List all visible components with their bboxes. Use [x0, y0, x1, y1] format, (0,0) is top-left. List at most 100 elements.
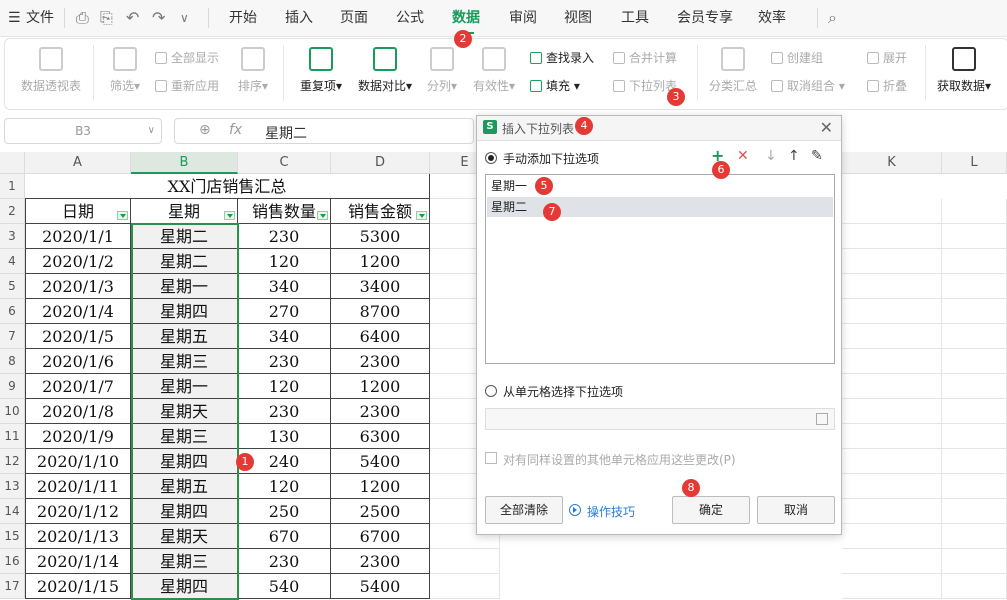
table-cell[interactable]: 星期三	[131, 424, 238, 449]
table-cell[interactable]	[842, 399, 942, 424]
header-cell[interactable]: 日期	[25, 199, 131, 224]
cell-range-input[interactable]	[485, 408, 835, 430]
get-data-button[interactable]: 获取数据▾	[933, 47, 995, 94]
show-all-button[interactable]: 全部显示	[155, 49, 219, 67]
table-cell[interactable]: 6300	[331, 424, 430, 449]
table-cell[interactable]: 1200	[331, 249, 430, 274]
ungroup-button[interactable]: 取消组合 ▾	[771, 77, 845, 95]
tab-view[interactable]: 视图	[564, 8, 592, 28]
table-cell[interactable]: 星期五	[131, 324, 238, 349]
dropdown-items-list[interactable]: 星期一 星期二	[485, 174, 835, 364]
table-cell[interactable]: 星期四	[131, 574, 238, 599]
table-cell[interactable]	[942, 199, 1007, 224]
table-cell[interactable]: 130	[238, 424, 331, 449]
delete-item-icon[interactable]: ✕	[737, 148, 749, 164]
table-cell[interactable]	[942, 424, 1007, 449]
table-cell[interactable]: 230	[238, 349, 331, 374]
table-cell[interactable]: 5400	[331, 449, 430, 474]
print-preview-icon[interactable]: ⎙	[76, 8, 89, 28]
tab-efficiency[interactable]: 效率	[758, 8, 786, 28]
table-cell[interactable]: 2020/1/2	[25, 249, 131, 274]
table-cell[interactable]	[942, 349, 1007, 374]
header-cell[interactable]: 星期	[131, 199, 238, 224]
chevron-down-icon[interactable]: ∨	[180, 8, 189, 28]
table-cell[interactable]	[430, 574, 500, 599]
table-cell[interactable]: 星期三	[131, 549, 238, 574]
table-cell[interactable]: 2020/1/1	[25, 224, 131, 249]
sheet-title-cell[interactable]: XX门店销售汇总	[25, 174, 430, 199]
play-icon[interactable]	[569, 504, 581, 516]
table-cell[interactable]: 120	[238, 474, 331, 499]
table-cell[interactable]: 星期天	[131, 399, 238, 424]
table-cell[interactable]	[942, 549, 1007, 574]
row-header[interactable]: 10	[0, 399, 25, 424]
subtotal-button[interactable]: 分类汇总	[705, 47, 761, 94]
zoom-icon[interactable]: ⊕	[199, 122, 211, 138]
list-item[interactable]: 星期二	[487, 197, 833, 217]
row-header[interactable]: 4	[0, 249, 25, 274]
hamburger-icon[interactable]: ☰	[8, 8, 21, 28]
table-cell[interactable]: 2020/1/8	[25, 399, 131, 424]
formula-input[interactable]: ⊕ fx 星期二	[174, 118, 474, 144]
table-cell[interactable]: 星期四	[131, 299, 238, 324]
table-cell[interactable]: 星期三	[131, 349, 238, 374]
close-icon[interactable]: ✕	[820, 118, 833, 137]
row-header[interactable]: 14	[0, 499, 25, 524]
file-menu[interactable]: 文件	[26, 8, 54, 28]
table-cell[interactable]	[842, 249, 942, 274]
row-header[interactable]: 17	[0, 574, 25, 599]
table-cell[interactable]	[942, 399, 1007, 424]
row-header[interactable]: 5	[0, 274, 25, 299]
create-group-button[interactable]: 创建组	[771, 49, 823, 67]
filter-dropdown-icon[interactable]	[317, 211, 328, 220]
row-header[interactable]: 12	[0, 449, 25, 474]
table-cell[interactable]: 2300	[331, 549, 430, 574]
table-cell[interactable]: 星期天	[131, 524, 238, 549]
table-cell[interactable]: 120	[238, 374, 331, 399]
table-cell[interactable]	[842, 349, 942, 374]
table-cell[interactable]: 星期四	[131, 499, 238, 524]
table-cell[interactable]	[942, 374, 1007, 399]
column-header-b[interactable]: B	[131, 152, 238, 174]
select-all-corner[interactable]	[0, 152, 25, 174]
name-box[interactable]: B3 ∨	[4, 118, 162, 144]
table-cell[interactable]: 3400	[331, 274, 430, 299]
table-cell[interactable]: 2020/1/3	[25, 274, 131, 299]
table-cell[interactable]: 1200	[331, 374, 430, 399]
data-compare-button[interactable]: 数据对比▾	[355, 47, 415, 94]
table-cell[interactable]	[842, 524, 942, 549]
reapply-button[interactable]: 重新应用	[155, 77, 219, 95]
row-header[interactable]: 6	[0, 299, 25, 324]
row-header[interactable]: 3	[0, 224, 25, 249]
table-cell[interactable]: 2020/1/11	[25, 474, 131, 499]
table-cell[interactable]: 星期四	[131, 449, 238, 474]
tips-link[interactable]: 操作技巧	[587, 503, 635, 520]
validity-button[interactable]: 有效性▾	[469, 47, 519, 94]
sort-button[interactable]: 排序▾	[233, 47, 273, 94]
range-select-icon[interactable]	[816, 413, 828, 425]
header-cell[interactable]: 销售金额	[331, 199, 430, 224]
table-cell[interactable]: 2020/1/14	[25, 549, 131, 574]
tab-insert[interactable]: 插入	[285, 8, 313, 28]
move-up-icon[interactable]: ↑	[788, 148, 800, 164]
table-cell[interactable]	[842, 324, 942, 349]
row-header[interactable]: 13	[0, 474, 25, 499]
table-cell[interactable]: 星期二	[131, 224, 238, 249]
table-cell[interactable]	[942, 274, 1007, 299]
table-cell[interactable]	[842, 299, 942, 324]
column-header-a[interactable]: A	[25, 152, 131, 174]
tab-formula[interactable]: 公式	[396, 8, 424, 28]
column-header-c[interactable]: C	[238, 152, 331, 174]
row-header[interactable]: 9	[0, 374, 25, 399]
table-cell[interactable]: 2020/1/13	[25, 524, 131, 549]
table-cell[interactable]: 星期五	[131, 474, 238, 499]
table-cell[interactable]	[942, 574, 1007, 599]
clear-all-button[interactable]: 全部清除	[485, 496, 563, 524]
table-cell[interactable]	[942, 299, 1007, 324]
split-column-button[interactable]: 分列▾	[423, 47, 461, 94]
table-cell[interactable]: 1200	[331, 474, 430, 499]
redo-icon[interactable]: ↷	[152, 8, 165, 28]
table-cell[interactable]: 230	[238, 549, 331, 574]
row-header[interactable]: 11	[0, 424, 25, 449]
table-cell[interactable]: 6700	[331, 524, 430, 549]
